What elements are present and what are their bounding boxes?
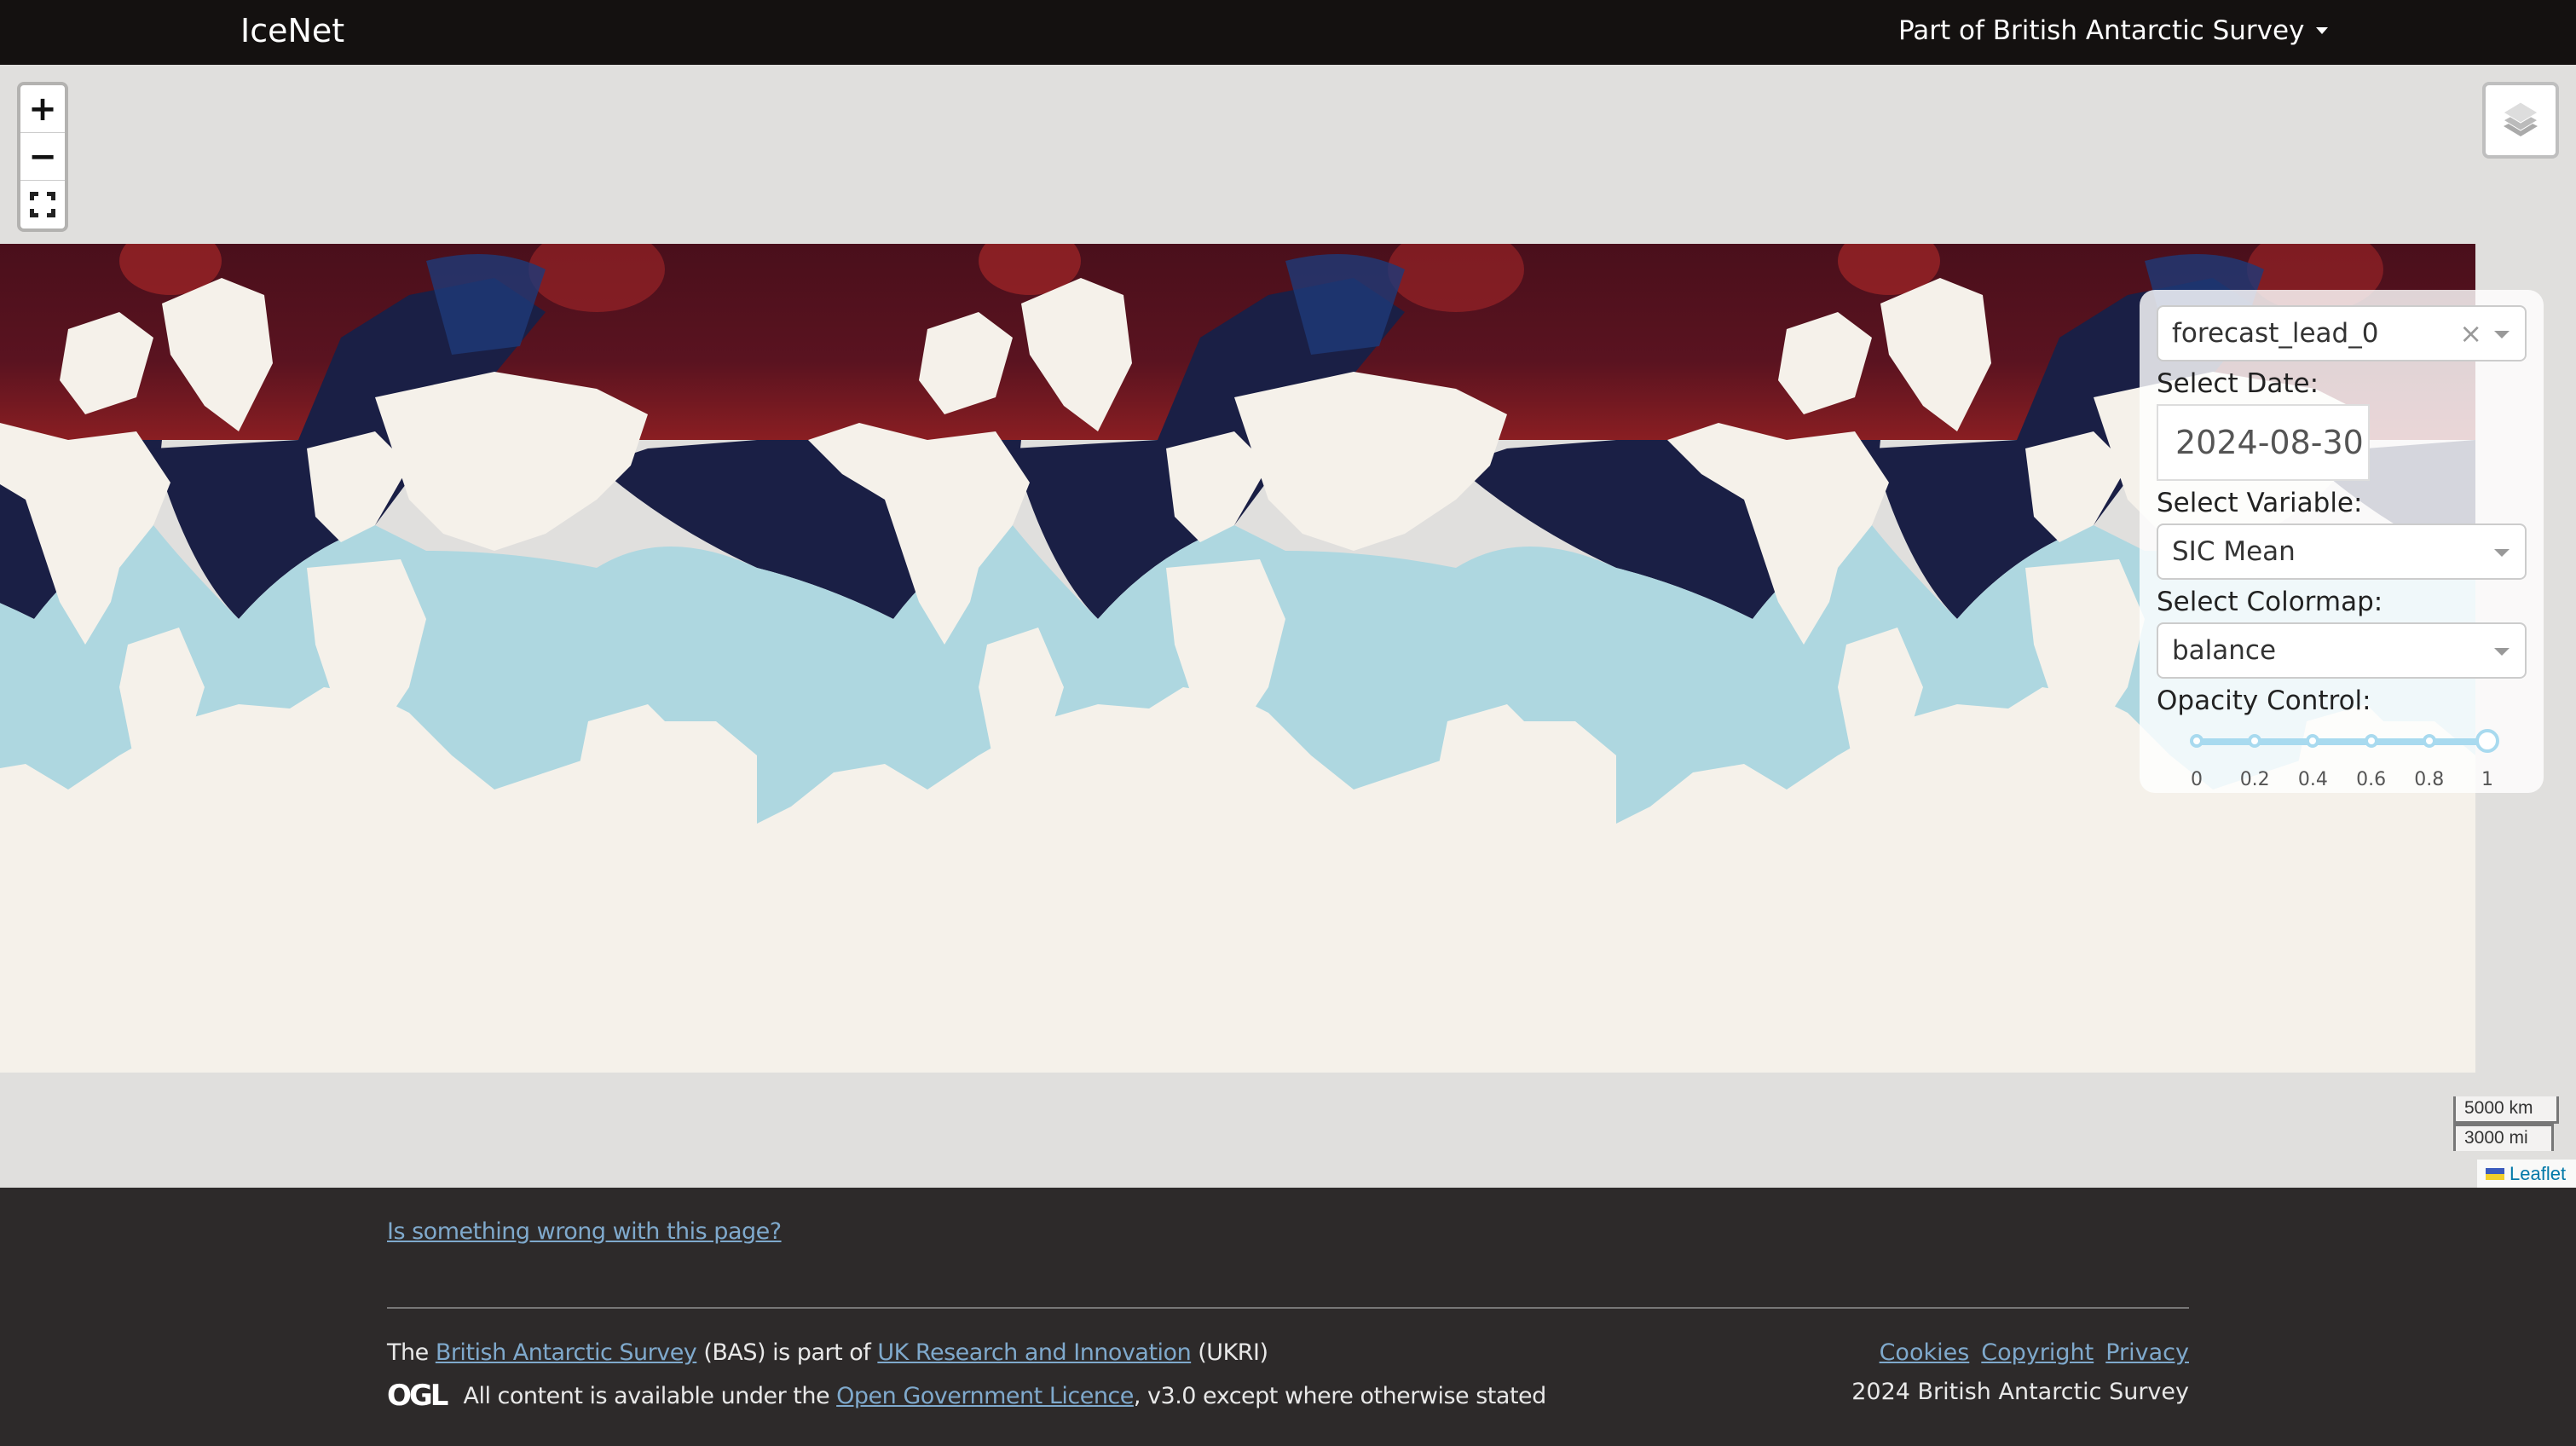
- opacity-label: Opacity Control:: [2157, 685, 2371, 716]
- zoom-in-button[interactable]: +: [20, 85, 65, 133]
- zoom-control: + −: [17, 82, 68, 232]
- scale-bar: 5000 km 3000 mi: [2453, 1096, 2559, 1151]
- bas-link[interactable]: British Antarctic Survey: [436, 1339, 697, 1366]
- ukri-link[interactable]: UK Research and Innovation: [877, 1339, 1191, 1366]
- footer-divider: [387, 1307, 2189, 1309]
- plus-icon: +: [28, 89, 57, 129]
- variable-select-value: SIC Mean: [2172, 536, 2296, 567]
- scale-km: 5000 km: [2453, 1096, 2559, 1124]
- chevron-down-icon: [2494, 648, 2510, 656]
- slider-mark-label: 1: [2481, 769, 2493, 790]
- fullscreen-button[interactable]: [20, 181, 65, 228]
- ogl-link[interactable]: Open Government Licence: [836, 1383, 1134, 1409]
- slider-tick: [2364, 734, 2378, 748]
- caret-down-icon: [2316, 27, 2329, 34]
- statement-text: (BAS) is part of: [696, 1339, 878, 1366]
- privacy-link[interactable]: Privacy: [2105, 1339, 2189, 1366]
- forecast-select-value: forecast_lead_0: [2172, 318, 2379, 349]
- slider-tick: [2422, 734, 2436, 748]
- slider-handle[interactable]: [2475, 729, 2499, 753]
- report-issue-link[interactable]: Is something wrong with this page?: [387, 1218, 782, 1245]
- statement-text: The: [387, 1339, 436, 1366]
- footer: Is something wrong with this page? The B…: [0, 1188, 2576, 1446]
- attribution: Leaflet: [2477, 1160, 2576, 1188]
- scale-mi: 3000 mi: [2453, 1124, 2554, 1151]
- slider-tick: [2190, 734, 2203, 748]
- map[interactable]: + − forecast_lead_0 × Select Date: 2024-…: [0, 65, 2576, 1188]
- bas-dropdown[interactable]: Part of British Antarctic Survey: [1898, 15, 2329, 46]
- date-input[interactable]: 2024-08-30: [2157, 404, 2370, 481]
- cookies-link[interactable]: Cookies: [1880, 1339, 1970, 1366]
- navbar: IceNet Part of British Antarctic Survey: [0, 0, 2576, 65]
- clear-icon[interactable]: ×: [2459, 317, 2482, 350]
- slider-mark-label: 0.2: [2239, 769, 2270, 790]
- footer-links: Cookies Copyright Privacy: [1880, 1339, 2189, 1366]
- licence-statement: OGL All content is available under the O…: [387, 1379, 1546, 1413]
- slider-mark-label: 0.4: [2297, 769, 2328, 790]
- zoom-out-button[interactable]: −: [20, 133, 65, 181]
- slider-mark-label: 0: [2191, 769, 2203, 790]
- date-label: Select Date:: [2157, 368, 2319, 399]
- layers-icon: [2502, 101, 2539, 136]
- variable-label: Select Variable:: [2157, 488, 2363, 518]
- variable-select[interactable]: SIC Mean: [2157, 523, 2527, 580]
- bas-statement: The British Antarctic Survey (BAS) is pa…: [387, 1339, 1268, 1366]
- licence-text: , v3.0 except where otherwise stated: [1133, 1382, 1546, 1409]
- opacity-slider[interactable]: 0 0.2 0.4 0.6 0.8 1: [2157, 721, 2527, 807]
- statement-text: (UKRI): [1191, 1339, 1268, 1366]
- brand-logo[interactable]: IceNet: [240, 12, 344, 49]
- copyright-text: 2024 British Antarctic Survey: [1851, 1379, 2189, 1405]
- slider-mark-label: 0.8: [2414, 769, 2445, 790]
- slider-tick: [2248, 734, 2262, 748]
- bas-dropdown-label: Part of British Antarctic Survey: [1898, 15, 2305, 46]
- fullscreen-icon: [30, 192, 55, 217]
- minus-icon: −: [28, 136, 57, 176]
- leaflet-link[interactable]: Leaflet: [2510, 1160, 2566, 1188]
- copyright-link[interactable]: Copyright: [1981, 1339, 2094, 1366]
- forecast-select[interactable]: forecast_lead_0 ×: [2157, 305, 2527, 362]
- colormap-select-value: balance: [2172, 635, 2277, 666]
- chevron-down-icon: [2494, 331, 2510, 338]
- slider-track[interactable]: [2197, 738, 2487, 745]
- ukraine-flag-icon: [2486, 1167, 2504, 1180]
- chevron-down-icon: [2494, 549, 2510, 557]
- slider-tick: [2306, 734, 2320, 748]
- licence-text: All content is available under the: [463, 1382, 837, 1409]
- colormap-select[interactable]: balance: [2157, 622, 2527, 679]
- layers-button[interactable]: [2482, 82, 2559, 159]
- control-panel: forecast_lead_0 × Select Date: 2024-08-3…: [2140, 290, 2544, 793]
- colormap-label: Select Colormap:: [2157, 587, 2383, 617]
- ogl-logo: OGL: [387, 1379, 449, 1413]
- slider-mark-label: 0.6: [2356, 769, 2387, 790]
